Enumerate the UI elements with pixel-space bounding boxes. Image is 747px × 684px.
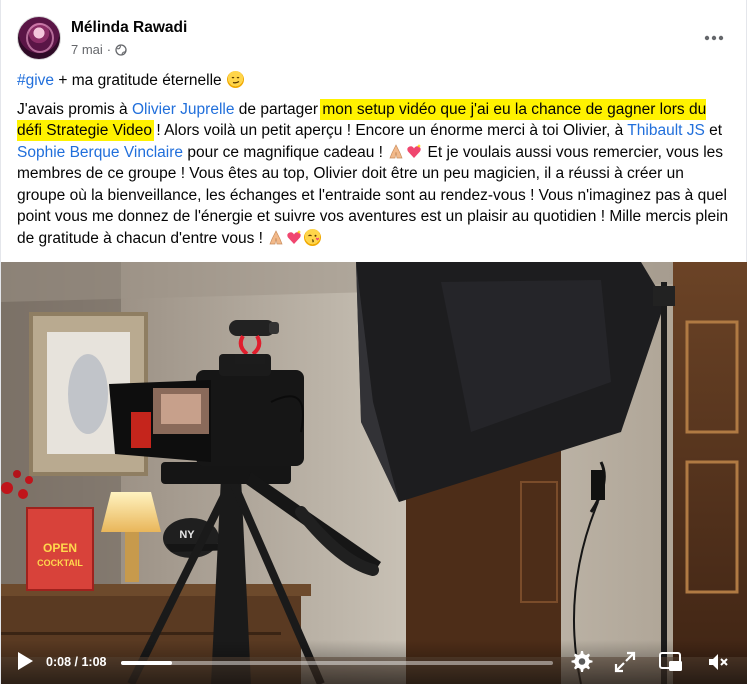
more-options-icon[interactable] — [700, 24, 728, 52]
text-span: pour ce magnifique cadeau ! — [183, 143, 388, 161]
volume-muted-icon[interactable] — [706, 650, 730, 674]
post-date[interactable]: 7 mai — [71, 42, 103, 57]
smirk-emoji-icon — [226, 71, 244, 88]
mention-thibault-js[interactable]: Thibault JS — [627, 122, 705, 139]
post-header: Mélinda Rawadi 7 mai · — [17, 14, 732, 66]
cap-logo-text: NY — [179, 529, 195, 541]
globe-icon — [115, 43, 127, 56]
mention-olivier-juprelle[interactable]: Olivier Juprelle — [132, 101, 235, 118]
mention-sophie-berque-vinclaire[interactable]: Sophie Berque Vinclaire — [17, 144, 183, 161]
first-line-text: + ma gratitude éternelle — [54, 72, 226, 89]
current-time: 0:08 — [46, 655, 72, 669]
video-player[interactable]: OPEN COCKTAIL NY 0:08 / 1:08 — [1, 262, 747, 684]
time-separator: / — [71, 655, 82, 669]
sparkling-heart-emoji-icon — [406, 143, 422, 160]
video-duration: 1:08 — [81, 655, 107, 669]
text-span: J'avais promis à — [17, 100, 132, 118]
text-span: de partager — [234, 100, 323, 118]
praying-hands-emoji-icon — [268, 229, 284, 246]
play-icon[interactable] — [15, 650, 35, 672]
post-text: #give + ma gratitude éternelle J'avais p… — [17, 70, 732, 249]
text-span: ! Alors voilà un petit aperçu ! Encore u… — [152, 122, 628, 139]
meta-separator: · — [106, 42, 112, 57]
author-name[interactable]: Mélinda Rawadi — [71, 19, 187, 37]
fullscreen-icon[interactable] — [613, 650, 637, 674]
post-paragraph: J'avais promis à Olivier Juprelle de par… — [17, 99, 732, 250]
kissing-face-emoji-icon — [304, 228, 322, 246]
video-frame: OPEN COCKTAIL NY — [1, 262, 747, 684]
author-avatar[interactable] — [17, 16, 61, 60]
video-progress-fill — [121, 661, 172, 665]
picture-in-picture-icon[interactable] — [658, 650, 682, 674]
post-meta: 7 mai · — [71, 42, 127, 57]
text-span: et — [704, 122, 723, 139]
video-time: 0:08 / 1:08 — [46, 655, 106, 669]
book-sign-text-1: OPEN — [43, 541, 77, 555]
praying-hands-emoji-icon — [388, 143, 404, 160]
settings-gear-icon[interactable] — [570, 650, 594, 674]
video-progress-bar[interactable] — [121, 661, 553, 665]
sparkling-heart-emoji-icon — [286, 229, 302, 246]
book-sign-text-2: COCKTAIL — [37, 558, 83, 568]
hashtag-link[interactable]: #give — [17, 72, 54, 89]
facebook-post: Mélinda Rawadi 7 mai · #give + ma gratit… — [0, 0, 747, 684]
post-first-line: #give + ma gratitude éternelle — [17, 70, 732, 92]
video-controls: 0:08 / 1:08 — [1, 640, 747, 684]
